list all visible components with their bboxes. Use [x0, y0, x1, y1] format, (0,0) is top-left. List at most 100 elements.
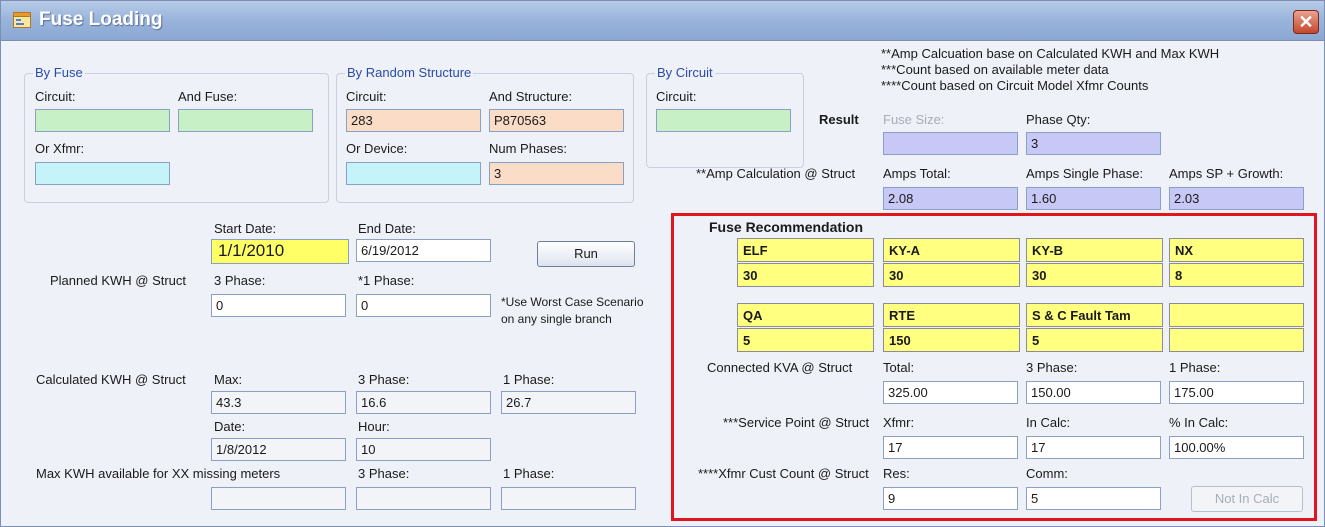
by-fuse-circuit-label: Circuit:: [35, 89, 76, 104]
by-circuit-title: By Circuit: [655, 65, 715, 80]
fuse-type-rte: RTE: [883, 303, 1020, 327]
fuse-type-elf: ELF: [737, 238, 874, 262]
note-meter-data: ***Count based on available meter data: [881, 62, 1109, 77]
random-structure-label: And Structure:: [489, 89, 573, 104]
max-kwh-missing-label: Max KWH available for XX missing meters: [36, 466, 281, 481]
not-in-calc-button[interactable]: Not In Calc: [1191, 486, 1303, 512]
service-pct-field: 100.00%: [1169, 436, 1304, 459]
result-label: Result: [819, 112, 859, 127]
by-fuse-circuit-input[interactable]: [35, 109, 170, 132]
by-fuse-xfmr-input[interactable]: [35, 162, 170, 185]
by-random-structure-title: By Random Structure: [345, 65, 474, 80]
connected-three-label: 3 Phase:: [1026, 360, 1078, 375]
fuse-size-label: Fuse Size:: [883, 112, 945, 127]
calc-three-label: 3 Phase:: [358, 372, 410, 387]
max-kwh-three-field: [356, 487, 491, 510]
fuse-value-sc-fault-tamer: 5: [1026, 328, 1163, 352]
start-date-label: Start Date:: [214, 221, 277, 236]
connected-one-label: 1 Phase:: [1169, 360, 1221, 375]
fuse-type-nx: NX: [1169, 238, 1304, 262]
amps-growth-label: Amps SP + Growth:: [1169, 166, 1284, 181]
service-incalc-label: In Calc:: [1026, 415, 1071, 430]
calc-max-label: Max:: [214, 372, 243, 387]
fuse-value-nx: 8: [1169, 263, 1304, 287]
worst-case-note: *Use Worst Case Scenario: [501, 295, 644, 309]
end-date-label: End Date:: [358, 221, 416, 236]
phase-qty-field: 3: [1026, 132, 1161, 155]
max-kwh-three-label: 3 Phase:: [358, 466, 410, 481]
amps-single-field: 1.60: [1026, 187, 1161, 210]
random-device-input[interactable]: [346, 162, 481, 185]
fuse-loading-window: Fuse Loading ✕ By Fuse Circuit: And Fuse…: [0, 0, 1325, 527]
amps-total-field: 2.08: [883, 187, 1018, 210]
fuse-size-field: [883, 132, 1018, 155]
max-kwh-one-field: [501, 487, 636, 510]
service-point-label: ***Service Point @ Struct: [723, 415, 870, 430]
planned-three-label: 3 Phase:: [214, 273, 266, 288]
calculated-kwh-label: Calculated KWH @ Struct: [36, 372, 186, 387]
service-xfmr-label: Xfmr:: [883, 415, 915, 430]
planned-one-label: *1 Phase:: [358, 273, 415, 288]
single-branch-note: on any single branch: [501, 312, 612, 326]
random-device-label: Or Device:: [346, 141, 408, 156]
connected-total-label: Total:: [883, 360, 915, 375]
connected-three-field: 150.00: [1026, 381, 1161, 404]
connected-total-field: 325.00: [883, 381, 1018, 404]
xfmr-res-field: 9: [883, 487, 1018, 510]
fuse-value-ky-b: 30: [1026, 263, 1163, 287]
fuse-value-qa: 5: [737, 328, 874, 352]
fuse-recommendation-title: Fuse Recommendation: [709, 219, 864, 235]
planned-three-input[interactable]: 0: [211, 294, 346, 317]
xfmr-res-label: Res:: [883, 466, 910, 481]
connected-one-field: 175.00: [1169, 381, 1304, 404]
calc-one-field: 26.7: [501, 391, 636, 414]
random-circuit-label: Circuit:: [346, 89, 387, 104]
random-structure-input[interactable]: P870563: [489, 109, 624, 132]
calc-one-label: 1 Phase:: [503, 372, 555, 387]
note-xfmr-counts: ****Count based on Circuit Model Xfmr Co…: [881, 78, 1149, 93]
xfmr-comm-field: 5: [1026, 487, 1161, 510]
fuse-value-rte: 150: [883, 328, 1020, 352]
fuse-value-elf: 30: [737, 263, 874, 287]
app-form-icon: [13, 12, 31, 28]
connected-kva-label: Connected KVA @ Struct: [707, 360, 853, 375]
service-incalc-field: 17: [1026, 436, 1161, 459]
form-content: By Fuse Circuit: And Fuse: Or Xfmr: By R…: [1, 42, 1324, 526]
amp-calc-label: **Amp Calculation @ Struct: [696, 166, 856, 181]
amps-single-label: Amps Single Phase:: [1026, 166, 1144, 181]
fuse-type-qa: QA: [737, 303, 874, 327]
service-pct-label: % In Calc:: [1169, 415, 1229, 430]
start-date-input[interactable]: 1/1/2010: [211, 239, 349, 264]
fuse-type-ky-a: KY-A: [883, 238, 1020, 262]
random-circuit-input[interactable]: 283: [346, 109, 481, 132]
fuse-type-ky-b: KY-B: [1026, 238, 1163, 262]
by-fuse-fuse-label: And Fuse:: [178, 89, 238, 104]
calc-hour-field: 10: [356, 438, 491, 461]
run-button[interactable]: Run: [537, 241, 635, 267]
calc-max-field: 43.3: [211, 391, 346, 414]
fuse-type-sc-fault-tamer: S & C Fault Tam: [1026, 303, 1163, 327]
planned-one-input[interactable]: 0: [356, 294, 491, 317]
by-circuit-circuit-label: Circuit:: [656, 89, 697, 104]
fuse-value-ky-a: 30: [883, 263, 1020, 287]
by-fuse-xfmr-label: Or Xfmr:: [35, 141, 85, 156]
by-fuse-fuse-input[interactable]: [178, 109, 313, 132]
amps-total-label: Amps Total:: [883, 166, 951, 181]
by-fuse-title: By Fuse: [33, 65, 85, 80]
random-phases-label: Num Phases:: [489, 141, 568, 156]
note-amp-calc: **Amp Calcuation base on Calculated KWH …: [881, 46, 1220, 61]
calc-date-label: Date:: [214, 419, 246, 434]
by-circuit-circuit-input[interactable]: [656, 109, 791, 132]
planned-kwh-label: Planned KWH @ Struct: [50, 273, 187, 288]
end-date-input[interactable]: 6/19/2012: [356, 239, 491, 262]
amps-growth-field: 2.03: [1169, 187, 1304, 210]
service-xfmr-field: 17: [883, 436, 1018, 459]
max-kwh-missing-field: [211, 487, 346, 510]
max-kwh-one-label: 1 Phase:: [503, 466, 555, 481]
title-bar: Fuse Loading ✕: [1, 1, 1324, 41]
fuse-value-empty: [1169, 328, 1304, 352]
close-button[interactable]: ✕: [1293, 10, 1319, 34]
random-phases-input[interactable]: 3: [489, 162, 624, 185]
window-title: Fuse Loading: [39, 9, 163, 30]
calc-three-field: 16.6: [356, 391, 491, 414]
